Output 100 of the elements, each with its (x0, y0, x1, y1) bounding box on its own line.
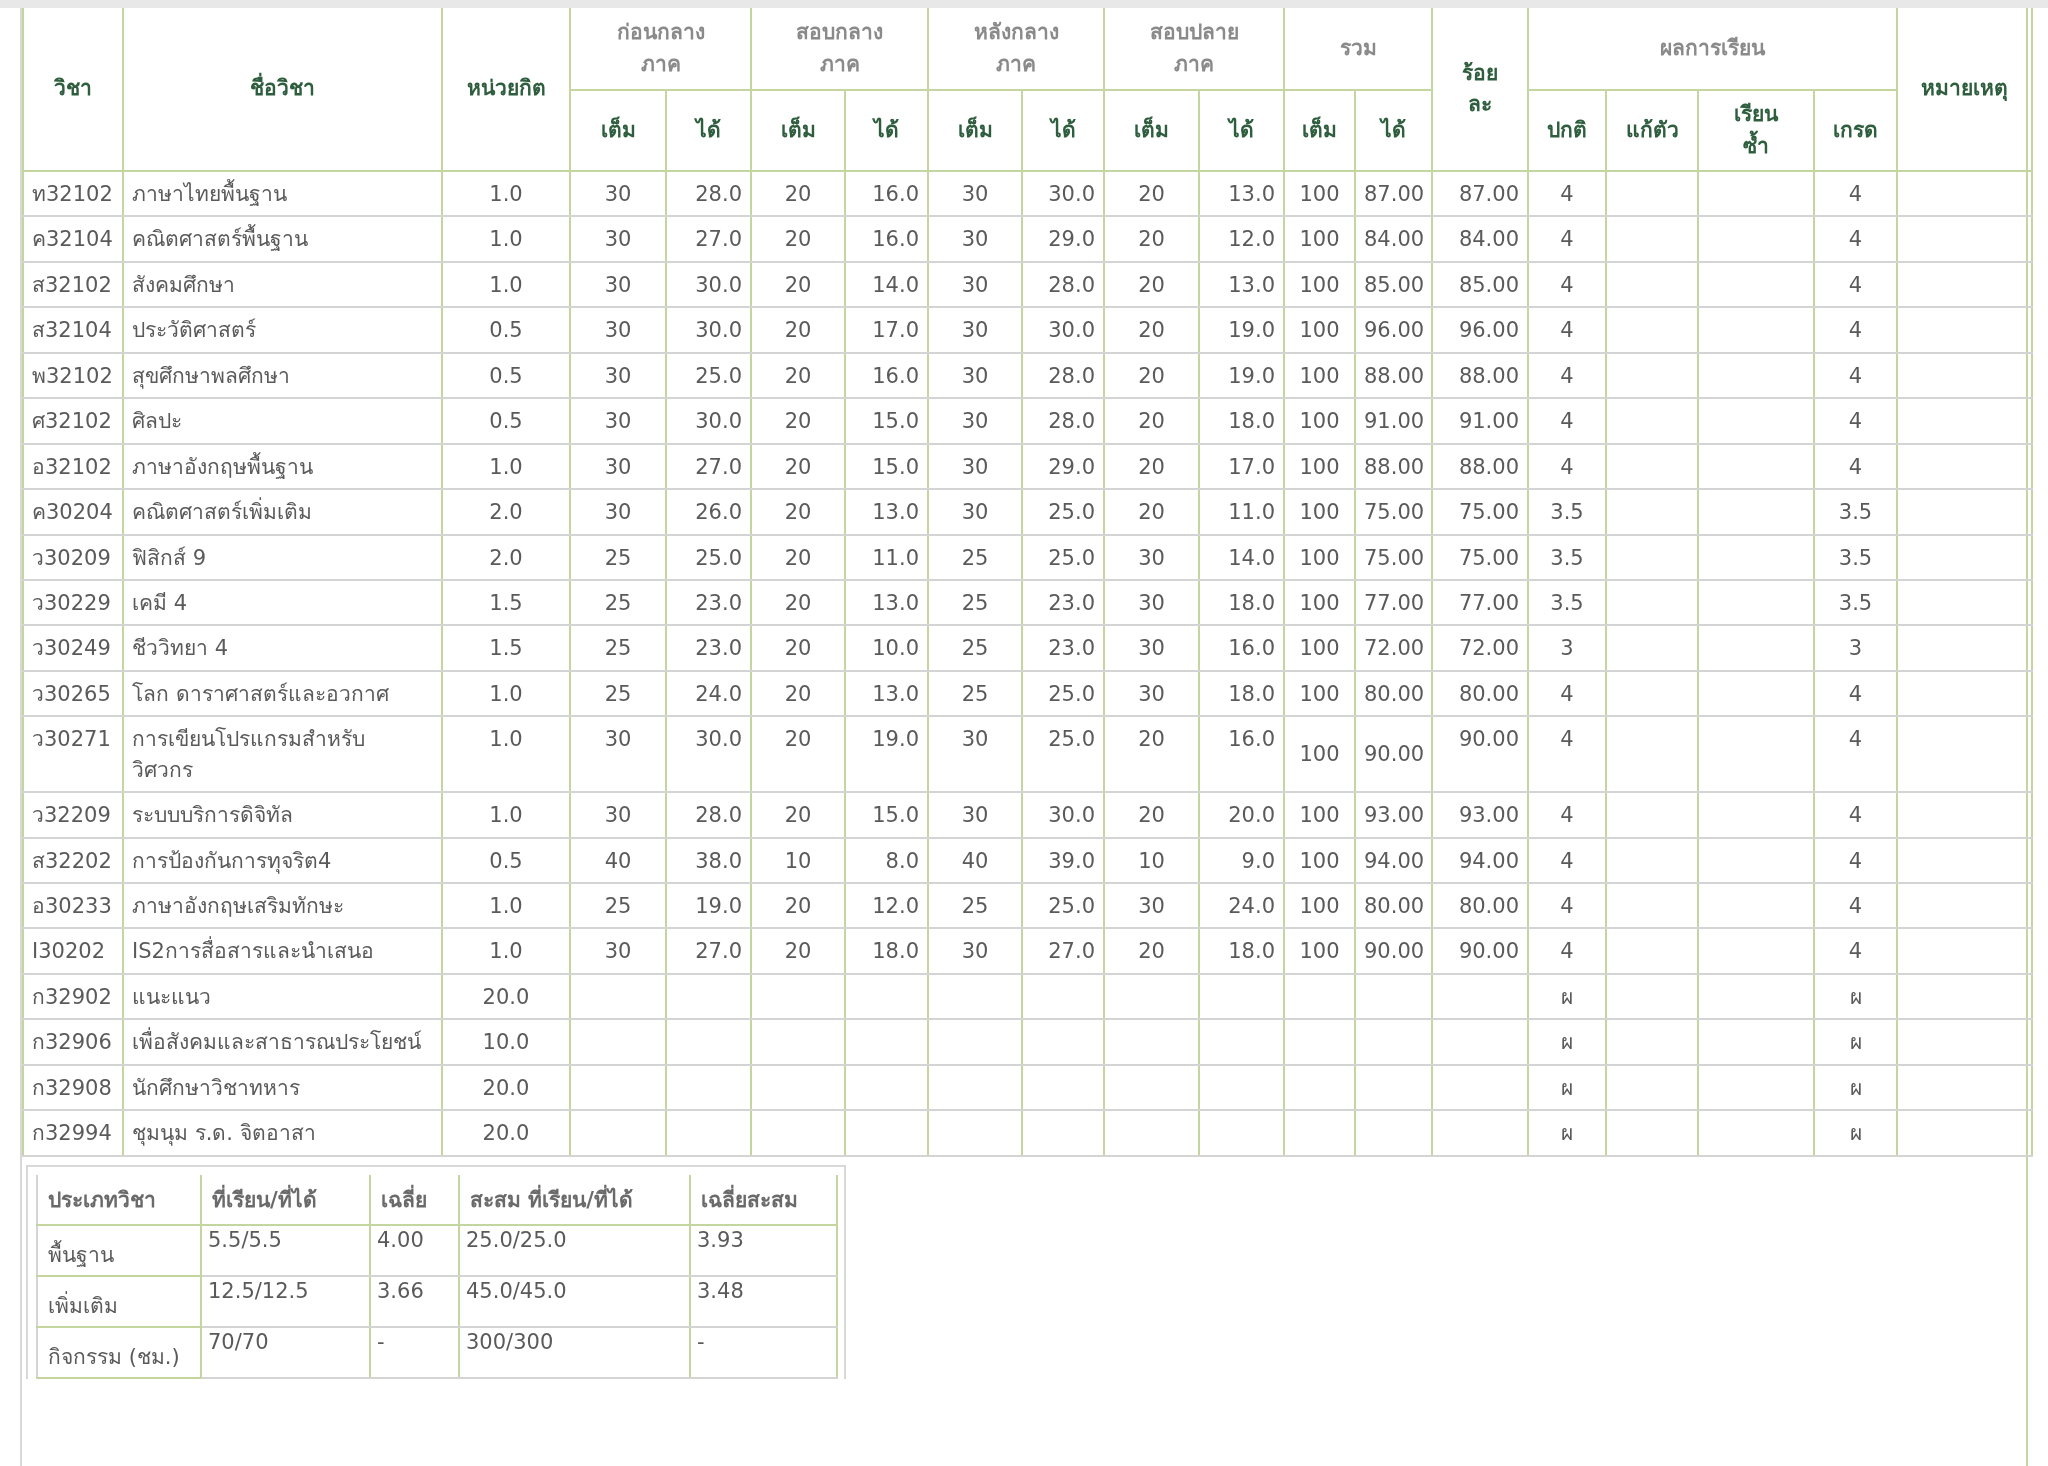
score-value: 28.0 (1022, 352, 1104, 399)
final-grade: 4 (1814, 670, 1897, 717)
column-group-header: รวม (1284, 8, 1432, 90)
total-full-score: 100 (1284, 625, 1355, 671)
score-value: 13.0 (1199, 171, 1284, 217)
score-value: 38.0 (666, 837, 751, 883)
score-value: 19.0 (1199, 352, 1284, 399)
score-value: 12.0 (845, 883, 928, 929)
score-value: 28.0 (666, 792, 751, 838)
subject-name: ภาษาอังกฤษเสริมทักษะ (123, 883, 442, 929)
score-value: 25.0 (666, 352, 751, 399)
credit-value: 2.0 (442, 534, 570, 580)
score-value: 27.0 (666, 443, 751, 490)
total-score: 96.00 (1355, 307, 1432, 353)
full-score: 25 (928, 579, 1022, 626)
final-grade: 4 (1814, 716, 1897, 793)
full-score: 20 (1104, 171, 1199, 217)
credit-value: 10.0 (442, 1019, 570, 1065)
final-grade: 3.5 (1814, 579, 1897, 626)
total-full-score: 100 (1284, 792, 1355, 838)
final-grade: 4 (1814, 837, 1897, 883)
score-value: 15.0 (845, 443, 928, 490)
score-value: 23.0 (666, 579, 751, 626)
score-value: 8.0 (845, 837, 928, 883)
column-header: ได้ (845, 90, 928, 171)
score-value: 16.0 (1199, 625, 1284, 671)
subject-name: ฟิสิกส์ 9 (123, 534, 442, 580)
subject-code: อ32102 (23, 443, 123, 490)
full-score: 20 (751, 489, 845, 535)
full-score: 25 (570, 883, 666, 929)
full-score: 30 (928, 352, 1022, 399)
credit-value: 0.5 (442, 837, 570, 883)
summary-value: 3.93 (690, 1224, 837, 1276)
total-score: 77.00 (1355, 579, 1432, 626)
full-score: 25 (928, 670, 1022, 717)
full-score: 30 (928, 443, 1022, 490)
subject-code: ค32104 (23, 216, 123, 262)
subject-name: ศิลปะ (123, 398, 442, 444)
score-value: 23.0 (1022, 625, 1104, 671)
final-grade: 3 (1814, 625, 1897, 671)
final-grade: ผ (1814, 1064, 1897, 1111)
final-grade: 4 (1814, 792, 1897, 838)
score-value: 13.0 (1199, 261, 1284, 308)
subject-code: ศ32102 (23, 398, 123, 444)
percent-value: 88.00 (1432, 352, 1528, 399)
full-score: 20 (1104, 792, 1199, 838)
subject-name: ชีววิทยา 4 (123, 625, 442, 671)
full-score: 20 (751, 171, 845, 217)
credit-value: 1.5 (442, 579, 570, 626)
normal-grade: 3.5 (1528, 534, 1606, 580)
column-header: หมายเหตุ (1897, 8, 2032, 171)
normal-grade: 4 (1528, 307, 1606, 353)
total-score: 94.00 (1355, 837, 1432, 883)
credit-value: 0.5 (442, 307, 570, 353)
final-grade: 4 (1814, 216, 1897, 262)
total-full-score: 100 (1284, 261, 1355, 308)
score-value: 9.0 (1199, 837, 1284, 883)
score-value: 27.0 (1022, 928, 1104, 974)
full-score: 30 (928, 261, 1022, 308)
summary-value: 12.5/12.5 (201, 1275, 370, 1327)
column-header: เรียน ซ้ำ (1698, 90, 1814, 171)
score-value: 28.0 (666, 171, 751, 217)
summary-value: 25.0/25.0 (459, 1224, 690, 1276)
column-group-header: ผลการเรียน (1528, 8, 1897, 90)
normal-grade: 4 (1528, 171, 1606, 217)
score-value: 14.0 (1199, 534, 1284, 580)
score-value: 13.0 (845, 579, 928, 626)
column-header: เฉลี่ยสะสม (690, 1174, 837, 1225)
total-full-score: 100 (1284, 716, 1355, 793)
score-value: 25.0 (666, 534, 751, 580)
full-score: 20 (1104, 352, 1199, 399)
full-score: 30 (928, 792, 1022, 838)
score-value: 14.0 (845, 261, 928, 308)
credit-value: 1.0 (442, 261, 570, 308)
full-score: 20 (751, 352, 845, 399)
full-score: 30 (928, 928, 1022, 974)
column-header: ได้ (666, 90, 751, 171)
score-value: 27.0 (666, 928, 751, 974)
credit-value: 1.0 (442, 792, 570, 838)
subject-code: ว30271 (23, 716, 123, 793)
total-score: 84.00 (1355, 216, 1432, 262)
total-full-score: 100 (1284, 443, 1355, 490)
subject-name: โลก ดาราศาสตร์และอวกาศ (123, 670, 442, 717)
total-score: 80.00 (1355, 670, 1432, 717)
full-score: 20 (1104, 398, 1199, 444)
full-score: 25 (928, 883, 1022, 929)
category-label: พื้นฐาน (37, 1224, 201, 1276)
full-score: 20 (751, 398, 845, 444)
total-score: 90.00 (1355, 716, 1432, 793)
final-grade: ผ (1814, 1019, 1897, 1065)
percent-value: 75.00 (1432, 534, 1528, 580)
full-score: 30 (1104, 579, 1199, 626)
score-value: 25.0 (1022, 489, 1104, 535)
column-header: เต็ม (1284, 90, 1355, 171)
full-score: 20 (1104, 443, 1199, 490)
column-group-header: หลังกลาง ภาค (928, 8, 1104, 90)
score-value: 17.0 (1199, 443, 1284, 490)
percent-value: 80.00 (1432, 883, 1528, 929)
total-score: 93.00 (1355, 792, 1432, 838)
subject-code: ว30249 (23, 625, 123, 671)
